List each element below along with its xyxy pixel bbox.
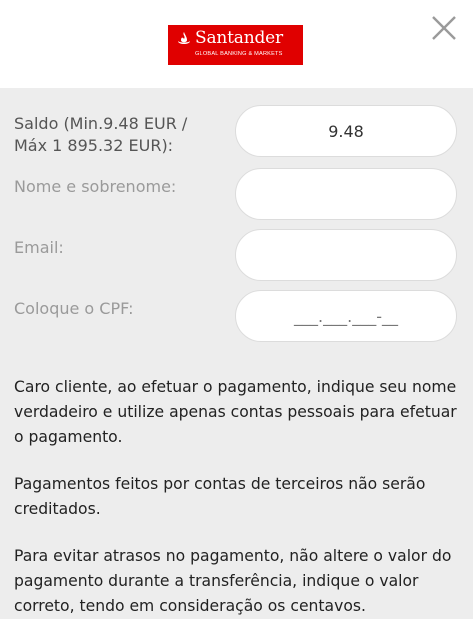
modal-header: Santander GLOBAL BANKING & MARKETS xyxy=(0,0,473,88)
cpf-label: Coloque o CPF: xyxy=(14,299,134,318)
info-paragraph-2: Pagamentos feitos por contas de terceiro… xyxy=(14,475,426,518)
saldo-label: Saldo (Min.9.48 EUR / Máx 1 895.32 EUR): xyxy=(14,113,187,157)
close-icon[interactable] xyxy=(429,13,459,43)
flame-icon xyxy=(178,32,190,44)
info-paragraph-1: Caro cliente, ao efetuar o pagamento, in… xyxy=(14,378,457,446)
email-input[interactable] xyxy=(235,229,457,281)
santander-logo: Santander GLOBAL BANKING & MARKETS xyxy=(168,25,303,65)
logo-tagline: GLOBAL BANKING & MARKETS xyxy=(195,51,283,57)
cpf-input[interactable] xyxy=(235,290,457,342)
logo-brand: Santander xyxy=(195,28,283,48)
info-paragraph-3: Para evitar atrasos no pagamento, não al… xyxy=(14,547,452,615)
saldo-label-line2: Máx 1 895.32 EUR): xyxy=(14,136,174,155)
saldo-input[interactable] xyxy=(235,105,457,157)
saldo-label-line1: Saldo (Min.9.48 EUR / xyxy=(14,114,188,133)
name-label: Nome e sobrenome: xyxy=(14,177,177,196)
name-input[interactable] xyxy=(235,168,457,220)
email-label: Email: xyxy=(14,238,64,257)
